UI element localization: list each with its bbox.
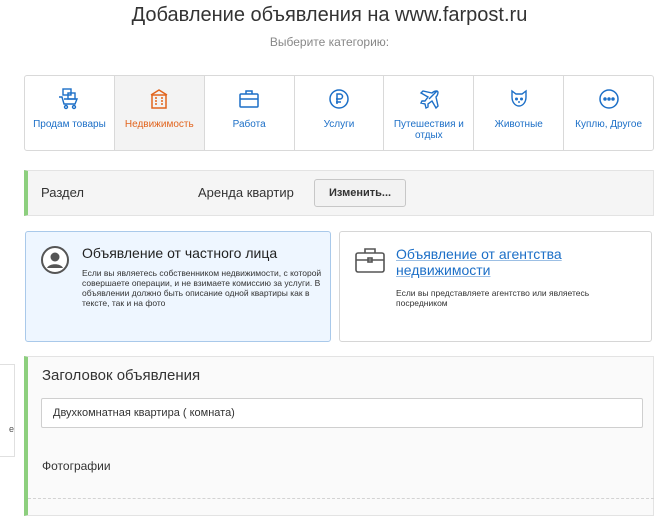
person-icon xyxy=(40,245,70,280)
photos-label: Фотографии xyxy=(42,459,111,473)
category-sell-goods[interactable]: Продам товары xyxy=(25,76,115,150)
page-title: Добавление объявления на www.farpost.ru xyxy=(131,4,528,26)
category-label: Путешествия и отдых xyxy=(393,119,464,141)
category-label: Услуги xyxy=(323,119,355,130)
private-owner-option[interactable]: Объявление от частного лица Если вы явля… xyxy=(25,231,331,342)
ruble-coin-icon xyxy=(295,87,384,113)
agency-title: Объявление от агентства недвижимости xyxy=(396,246,562,278)
ad-title-input[interactable]: Двухкомнатная квартира ( комната) xyxy=(41,398,643,428)
briefcase-icon xyxy=(354,245,386,280)
airplane-icon xyxy=(384,87,473,113)
page-subtitle: Выберите категорию: xyxy=(269,35,390,49)
building-icon xyxy=(115,87,204,113)
cart-boxes-icon xyxy=(25,87,114,113)
change-section-button[interactable]: Изменить... xyxy=(314,179,407,207)
ad-title-heading: Заголовок объявления xyxy=(42,367,201,384)
category-label: Работа xyxy=(232,119,266,130)
category-buy-other[interactable]: Куплю, Другое xyxy=(564,76,653,150)
divider xyxy=(28,498,654,499)
cat-icon xyxy=(474,87,563,113)
ad-form: Заголовок объявления Двухкомнатная кварт… xyxy=(24,356,654,516)
private-owner-description: Если вы являетесь собственником недвижим… xyxy=(82,268,322,308)
side-tooltip: е xyxy=(0,364,15,457)
category-travel[interactable]: Путешествия и отдых xyxy=(384,76,475,150)
section-value: Аренда квартир xyxy=(198,185,294,200)
more-dots-icon xyxy=(564,87,653,113)
category-label: Недвижимость xyxy=(124,119,194,130)
category-label: Продам товары xyxy=(33,119,106,130)
category-label: Животные xyxy=(494,119,543,130)
category-bar: Продам товары Недвижимость Работа Услуги xyxy=(24,75,654,151)
briefcase-icon xyxy=(205,87,294,113)
section-label: Раздел xyxy=(41,185,84,200)
agency-description: Если вы представляете агентство или явля… xyxy=(396,288,590,308)
private-owner-title: Объявление от частного лица xyxy=(82,245,278,261)
category-real-estate[interactable]: Недвижимость xyxy=(114,76,205,150)
category-label: Куплю, Другое xyxy=(575,119,643,130)
category-animals[interactable]: Животные xyxy=(474,76,565,150)
agency-option[interactable]: Объявление от агентства недвижимости Есл… xyxy=(339,231,652,342)
category-work[interactable]: Работа xyxy=(205,76,295,150)
category-services[interactable]: Услуги xyxy=(295,76,385,150)
side-tooltip-text: е xyxy=(9,424,15,434)
section-panel: Раздел Аренда квартир Изменить... xyxy=(24,170,654,216)
